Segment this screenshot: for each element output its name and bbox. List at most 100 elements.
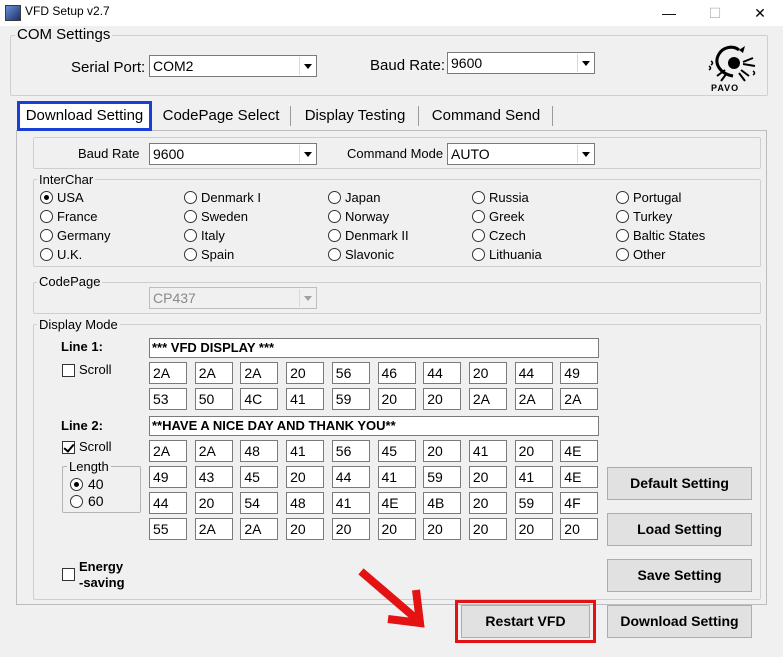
line2-text-input[interactable]: **HAVE A NICE DAY AND THANK YOU**: [149, 416, 599, 436]
interchar-radio[interactable]: [184, 248, 197, 261]
line1-hex-cell[interactable]: 20: [377, 388, 416, 410]
line2-hex-cell[interactable]: 59: [423, 466, 462, 488]
line1-hex-cell[interactable]: 49: [560, 362, 599, 384]
line1-hex-cell[interactable]: 53: [149, 388, 187, 410]
minimize-button[interactable]: —: [646, 0, 692, 26]
default-setting-button[interactable]: Default Setting: [607, 467, 752, 500]
line2-hex-cell[interactable]: 20: [286, 466, 325, 488]
line2-hex-cell[interactable]: 20: [468, 466, 507, 488]
save-setting-button[interactable]: Save Setting: [607, 559, 752, 592]
line1-hex-cell[interactable]: 20: [423, 388, 462, 410]
line2-hex-cell[interactable]: 55: [149, 518, 187, 540]
command-mode-select[interactable]: AUTO: [447, 143, 595, 165]
line2-hex-cell[interactable]: 20: [514, 518, 553, 540]
chevron-down-icon[interactable]: [299, 145, 315, 163]
chevron-down-icon[interactable]: [299, 57, 315, 75]
line1-hex-cell[interactable]: 2A: [240, 362, 279, 384]
interchar-radio[interactable]: [328, 229, 341, 242]
interchar-radio[interactable]: [184, 191, 197, 204]
line2-hex-cell[interactable]: 45: [240, 466, 279, 488]
close-button[interactable]: ✕: [737, 0, 783, 26]
chevron-down-icon[interactable]: [577, 145, 593, 163]
line2-hex-cell[interactable]: 45: [377, 440, 416, 462]
interchar-radio[interactable]: [40, 229, 53, 242]
interchar-radio[interactable]: [472, 248, 485, 261]
chevron-down-icon[interactable]: [577, 54, 593, 72]
line2-hex-cell[interactable]: 44: [149, 492, 187, 514]
line2-hex-cell[interactable]: 49: [149, 466, 187, 488]
line2-hex-cell[interactable]: 20: [560, 518, 599, 540]
line2-hex-cell[interactable]: 2A: [149, 440, 187, 462]
line1-hex-cell[interactable]: 4C: [240, 388, 279, 410]
line1-scroll-checkbox[interactable]: [62, 364, 75, 377]
tab-display-testing[interactable]: Display Testing: [296, 101, 414, 131]
line2-hex-cell[interactable]: 59: [514, 492, 553, 514]
baud-rate-select[interactable]: 9600: [447, 52, 595, 74]
interchar-radio[interactable]: [328, 248, 341, 261]
line2-hex-cell[interactable]: 41: [468, 440, 507, 462]
interchar-radio[interactable]: [184, 229, 197, 242]
line2-hex-cell[interactable]: 4F: [560, 492, 599, 514]
line2-hex-cell[interactable]: 20: [194, 492, 233, 514]
line2-hex-cell[interactable]: 20: [423, 440, 462, 462]
tab-download-setting[interactable]: Download Setting: [17, 101, 152, 131]
line2-hex-cell[interactable]: 41: [286, 440, 325, 462]
tab-codepage-select[interactable]: CodePage Select: [156, 101, 286, 131]
line2-hex-cell[interactable]: 2A: [194, 440, 233, 462]
line1-hex-cell[interactable]: 46: [377, 362, 416, 384]
load-setting-button[interactable]: Load Setting: [607, 513, 752, 546]
line2-hex-cell[interactable]: 43: [194, 466, 233, 488]
download-setting-button[interactable]: Download Setting: [607, 605, 752, 638]
line2-hex-cell[interactable]: 20: [286, 518, 325, 540]
interchar-radio[interactable]: [40, 191, 53, 204]
tab-command-send[interactable]: Command Send: [424, 101, 548, 131]
line1-hex-cell[interactable]: 59: [331, 388, 370, 410]
interchar-radio[interactable]: [40, 248, 53, 261]
interchar-radio[interactable]: [616, 210, 629, 223]
serial-port-select[interactable]: COM2: [149, 55, 317, 77]
line2-hex-cell[interactable]: 4E: [560, 466, 599, 488]
line2-hex-cell[interactable]: 20: [514, 440, 553, 462]
line2-hex-cell[interactable]: 2A: [194, 518, 233, 540]
interchar-radio[interactable]: [472, 210, 485, 223]
line2-hex-cell[interactable]: 20: [331, 518, 370, 540]
line1-hex-cell[interactable]: 2A: [149, 362, 187, 384]
interchar-radio[interactable]: [328, 191, 341, 204]
dl-baud-rate-select[interactable]: 9600: [149, 143, 317, 165]
interchar-radio[interactable]: [616, 229, 629, 242]
interchar-radio[interactable]: [184, 210, 197, 223]
line1-hex-cell[interactable]: 44: [514, 362, 553, 384]
line2-hex-cell[interactable]: 54: [240, 492, 279, 514]
interchar-radio[interactable]: [472, 191, 485, 204]
line2-hex-cell[interactable]: 41: [514, 466, 553, 488]
length-60-radio[interactable]: [70, 495, 83, 508]
line2-hex-cell[interactable]: 20: [468, 492, 507, 514]
line1-hex-cell[interactable]: 2A: [468, 388, 507, 410]
codepage-select[interactable]: CP437: [149, 287, 317, 309]
line1-hex-cell[interactable]: 50: [194, 388, 233, 410]
interchar-radio[interactable]: [616, 191, 629, 204]
line2-hex-cell[interactable]: 20: [423, 518, 462, 540]
line2-scroll-checkbox[interactable]: [62, 441, 75, 454]
line1-hex-cell[interactable]: 44: [423, 362, 462, 384]
line2-hex-cell[interactable]: 41: [331, 492, 370, 514]
length-40-radio[interactable]: [70, 478, 83, 491]
line2-hex-cell[interactable]: 20: [377, 518, 416, 540]
line2-hex-cell[interactable]: 44: [331, 466, 370, 488]
line2-hex-cell[interactable]: 56: [331, 440, 370, 462]
interchar-radio[interactable]: [616, 248, 629, 261]
chevron-down-icon[interactable]: [299, 289, 315, 307]
interchar-radio[interactable]: [40, 210, 53, 223]
line1-hex-cell[interactable]: 2A: [560, 388, 599, 410]
line1-hex-cell[interactable]: 2A: [514, 388, 553, 410]
line1-text-input[interactable]: *** VFD DISPLAY ***: [149, 338, 599, 358]
line2-hex-cell[interactable]: 4E: [560, 440, 599, 462]
line1-hex-cell[interactable]: 20: [468, 362, 507, 384]
line1-hex-cell[interactable]: 20: [286, 362, 325, 384]
interchar-radio[interactable]: [328, 210, 341, 223]
line1-hex-cell[interactable]: 41: [286, 388, 325, 410]
line2-hex-cell[interactable]: 20: [468, 518, 507, 540]
line1-hex-cell[interactable]: 56: [331, 362, 370, 384]
line1-hex-cell[interactable]: 2A: [194, 362, 233, 384]
line2-hex-cell[interactable]: 4B: [423, 492, 462, 514]
